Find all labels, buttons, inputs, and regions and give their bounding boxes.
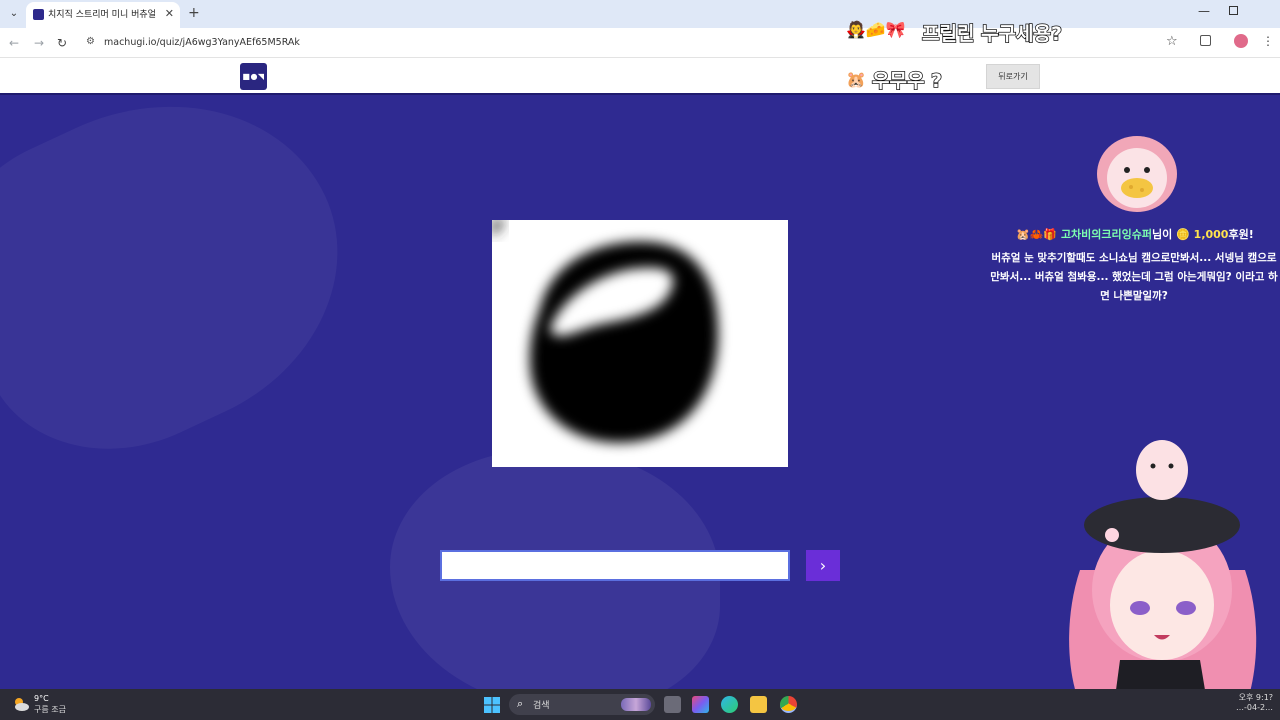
browser-tab-active[interactable]: 치지직 스트리머 미니 버츄얼 ✕ <box>26 2 180 28</box>
browser-toolbar: ← → ↻ ⚙ machugi.io/quiz/jA6wg3YanyAEf65M… <box>0 28 1280 58</box>
background-blob <box>0 44 390 496</box>
weather-description: 구름 조금 <box>34 705 66 714</box>
browser-menu-icon[interactable]: ⋮ <box>1262 34 1274 48</box>
overlay-subtitle-text: 우무우 ? <box>871 69 943 93</box>
donation-alert-line: 🐹🦀🎁 고차비의크리잉슈퍼님이 🪙 1,000후원! <box>1016 226 1254 242</box>
new-tab-button[interactable]: + <box>188 5 200 21</box>
copilot-icon[interactable] <box>692 696 709 713</box>
donation-amount: 1,000 <box>1193 228 1229 241</box>
donation-hedgehog-image <box>1094 128 1180 214</box>
search-placeholder: 검색 <box>533 701 550 711</box>
file-explorer-icon[interactable] <box>750 696 767 713</box>
window-maximize-button[interactable] <box>1229 6 1238 15</box>
tab-search-menu-icon[interactable]: ⌄ <box>6 6 22 22</box>
system-clock[interactable]: 오후 9:1? …-04-2… <box>1236 693 1273 713</box>
clock-time: 오후 9:1? <box>1238 693 1274 702</box>
coin-icon: 🪙 <box>1176 228 1190 241</box>
extensions-icon[interactable] <box>1200 35 1211 46</box>
task-view-icon[interactable] <box>664 696 681 713</box>
overlay-title-text: 프릴린 누구세용? <box>921 22 1063 46</box>
profile-avatar-icon[interactable] <box>1234 34 1248 48</box>
back-arrow-icon[interactable]: ← <box>9 35 19 51</box>
streamer-avatar-image <box>1040 430 1280 720</box>
go-back-button[interactable]: 뒤로가기 <box>986 64 1040 89</box>
donor-suffix: 님이 <box>1152 228 1173 241</box>
edge-browser-icon[interactable] <box>721 696 738 713</box>
chrome-browser-icon[interactable] <box>780 696 797 713</box>
forward-arrow-icon[interactable]: → <box>34 35 44 51</box>
submit-answer-button[interactable]: › <box>806 550 840 581</box>
site-logo[interactable]: ■●◥ <box>240 63 267 90</box>
donation-message: 버츄얼 눈 맞추기할때도 소니쇼님 캠으로만봐서... 서넹님 캠으로만봐서..… <box>990 252 1278 302</box>
weather-temperature: 9°C <box>34 694 49 703</box>
site-info-icon[interactable]: ⚙ <box>86 36 95 47</box>
donation-amount-suffix: 후원! <box>1228 228 1254 241</box>
reload-icon[interactable]: ↻ <box>57 35 67 51</box>
tab-close-icon[interactable]: ✕ <box>165 7 174 21</box>
blurred-quiz-picture <box>492 220 788 467</box>
quiz-image <box>492 220 788 467</box>
tab-favicon-icon <box>33 9 44 20</box>
bookmark-star-icon[interactable]: ☆ <box>1166 34 1178 49</box>
donation-emoji-icons: 🐹🦀🎁 <box>1016 228 1058 241</box>
browser-tabstrip: ⌄ 치지직 스트리머 미니 버츄얼 ✕ + — <box>0 0 1280 28</box>
taskbar-search-box[interactable]: ⌕ 검색 <box>509 694 655 715</box>
windows-taskbar: 9°C 구름 조금 ⌕ 검색 오후 9:1? …-04-2… <box>0 689 1280 720</box>
windows-start-icon[interactable] <box>484 697 500 713</box>
answer-input[interactable] <box>440 550 790 581</box>
hamster-icon: 🐹 <box>846 70 866 89</box>
weather-cloud-icon[interactable] <box>12 695 30 713</box>
tab-title: 치지직 스트리머 미니 버츄얼 <box>48 10 156 20</box>
site-header: ■●◥ 뒤로가기 <box>0 58 1280 95</box>
url-text[interactable]: machugi.io/quiz/jA6wg3YanyAEf65M5RAk <box>104 36 300 50</box>
search-icon: ⌕ <box>517 697 524 710</box>
clock-date: …-04-2… <box>1236 703 1274 712</box>
search-highlight-image <box>621 698 651 711</box>
donor-name: 고차비의크리잉슈퍼 <box>1060 228 1153 241</box>
overlay-emoji-icons: 🧛🧀🎀 <box>846 20 906 39</box>
window-minimize-button[interactable]: — <box>1198 4 1210 18</box>
